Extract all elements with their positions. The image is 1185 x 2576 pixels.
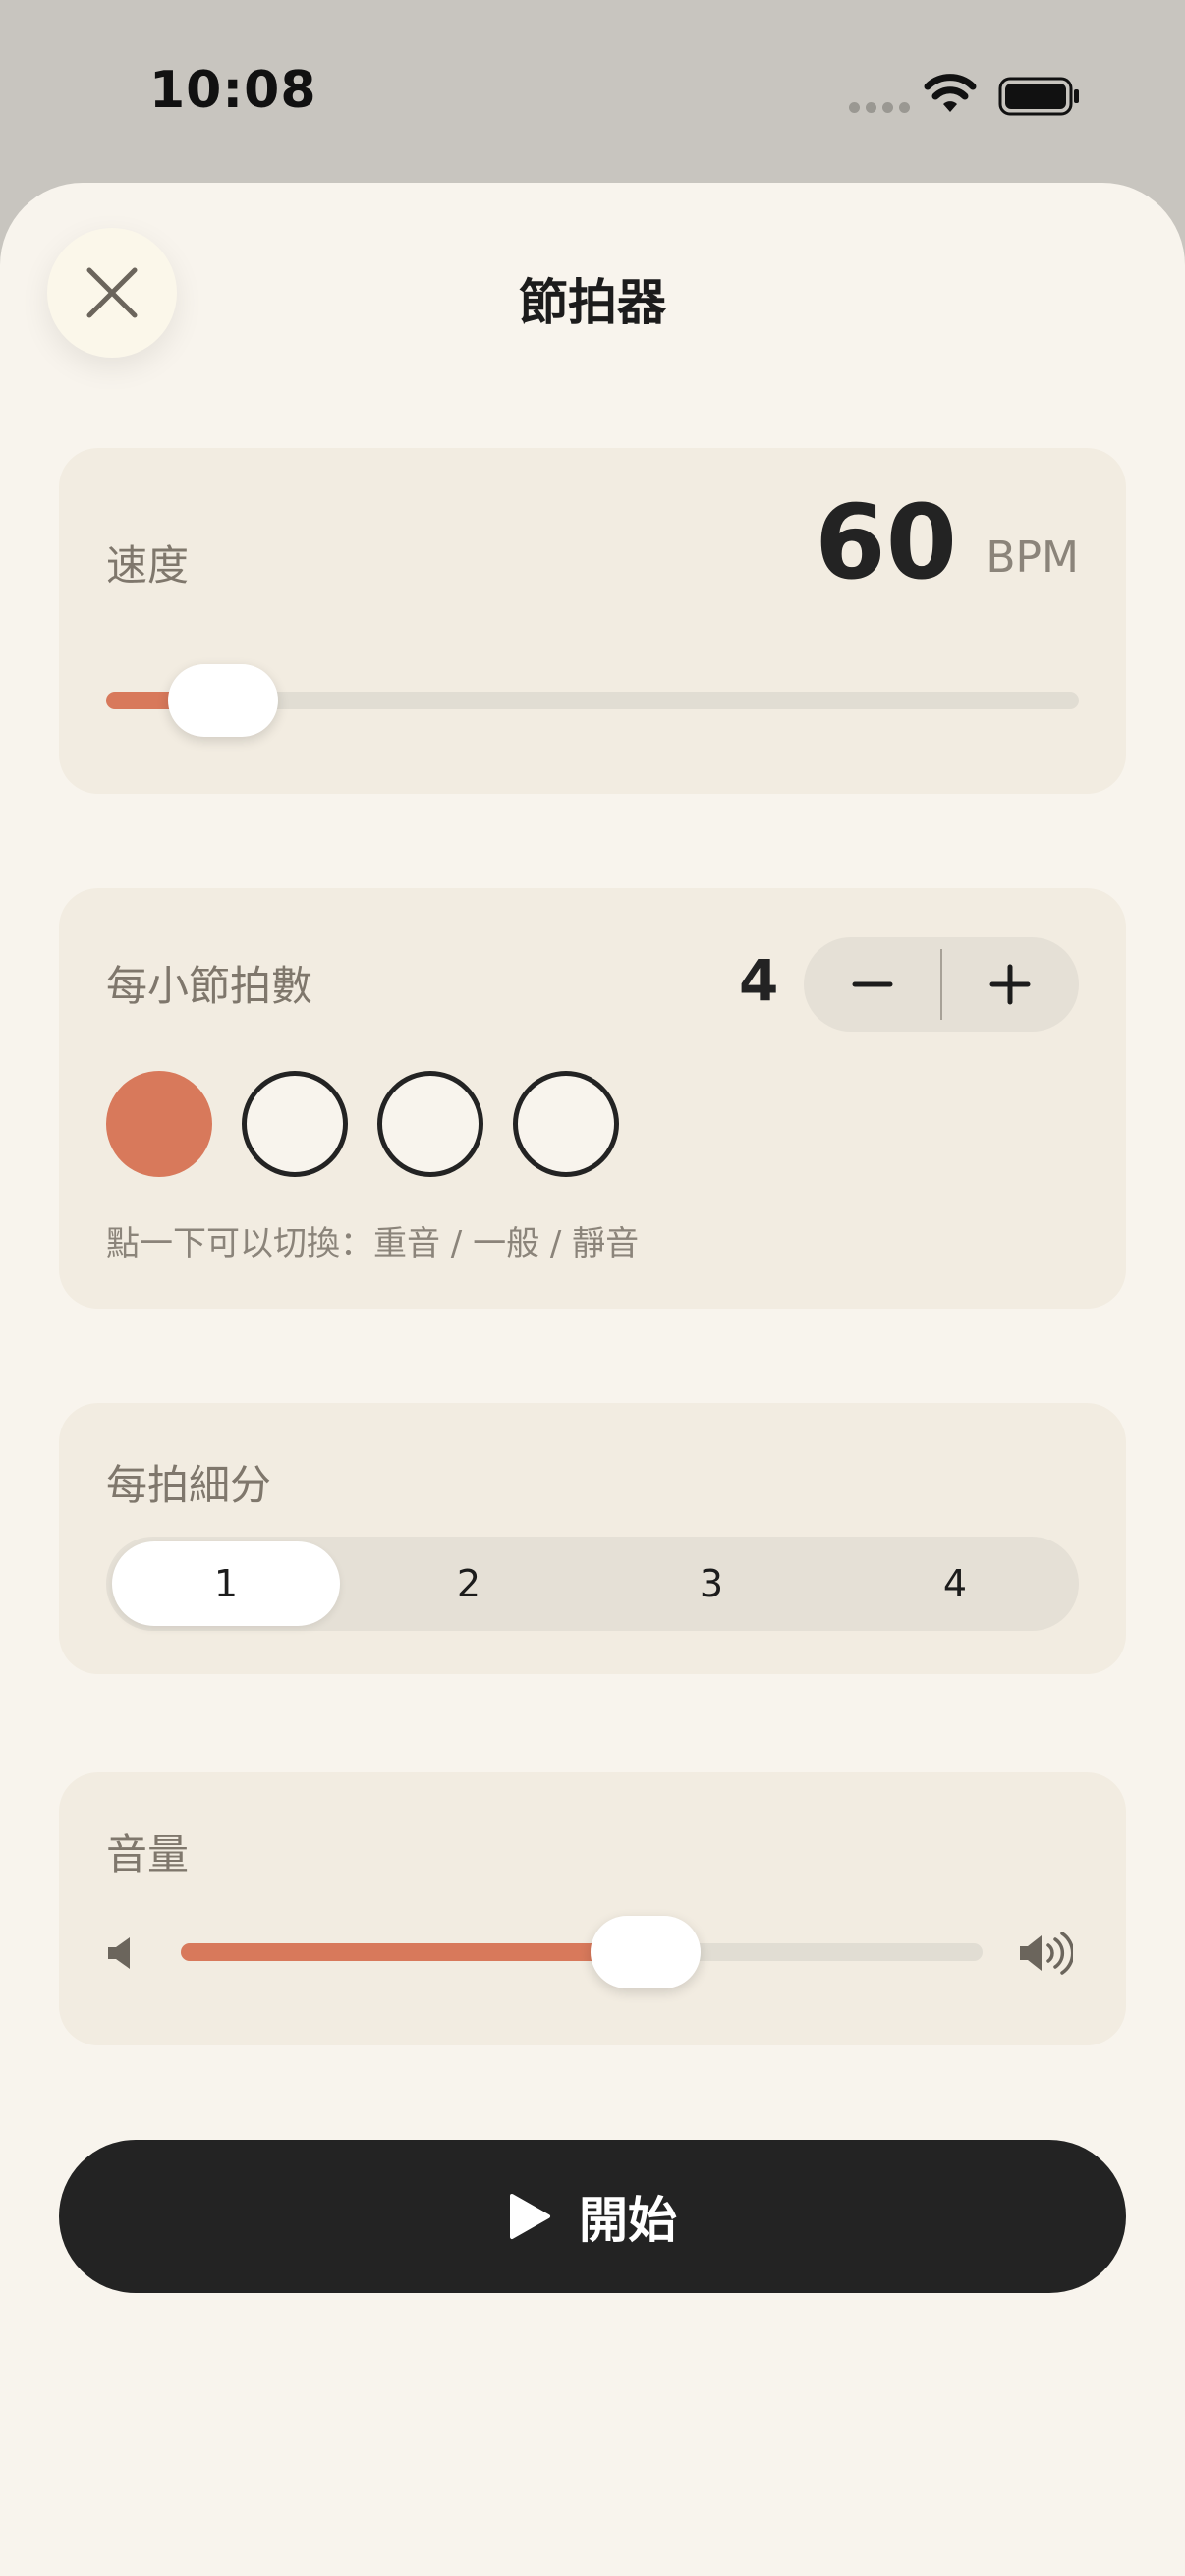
subdivision-label: 每拍細分 bbox=[106, 1461, 272, 1509]
minus-icon bbox=[852, 981, 893, 987]
bpm-value: 60 bbox=[815, 482, 957, 602]
plus-icon bbox=[989, 964, 1031, 1005]
beats-hint: 點一下可以切換：重音 / 一般 / 靜音 bbox=[106, 1224, 640, 1263]
volume-high-icon bbox=[1020, 1932, 1073, 1975]
status-time: 10:08 bbox=[149, 61, 317, 120]
start-button[interactable]: 開始 bbox=[59, 2140, 1126, 2293]
status-bar: 10:08 bbox=[0, 0, 1185, 183]
subdivision-card: 每拍細分 1 2 3 4 bbox=[59, 1403, 1126, 1674]
beats-label: 每小節拍數 bbox=[106, 962, 313, 1010]
tempo-card: 速度 60 BPM bbox=[59, 448, 1126, 794]
volume-slider-thumb[interactable] bbox=[591, 1916, 702, 1988]
beat-accent-1[interactable] bbox=[106, 1071, 212, 1177]
tempo-label: 速度 bbox=[106, 541, 190, 589]
page-title: 節拍器 bbox=[519, 274, 666, 331]
battery-icon bbox=[998, 77, 1079, 116]
volume-low-icon bbox=[108, 1937, 130, 1969]
subdivision-option-4[interactable]: 4 bbox=[841, 1541, 1069, 1626]
beat-normal-4[interactable] bbox=[513, 1071, 619, 1177]
subdivision-option-3[interactable]: 3 bbox=[597, 1541, 825, 1626]
subdivision-option-1[interactable]: 1 bbox=[112, 1541, 340, 1626]
volume-card: 音量 bbox=[59, 1772, 1126, 2045]
wifi-icon bbox=[924, 74, 977, 112]
beat-normal-2[interactable] bbox=[242, 1071, 348, 1177]
tempo-slider-thumb[interactable] bbox=[167, 664, 278, 737]
beat-normal-3[interactable] bbox=[377, 1071, 483, 1177]
increment-button[interactable] bbox=[941, 937, 1079, 1032]
bpm-unit: BPM bbox=[986, 532, 1079, 583]
cellular-signal-icon bbox=[849, 102, 910, 113]
volume-slider[interactable] bbox=[181, 1916, 983, 1988]
beats-stepper bbox=[804, 937, 1079, 1032]
beats-count: 4 bbox=[739, 947, 779, 1014]
start-label: 開始 bbox=[579, 2192, 677, 2249]
decrement-button[interactable] bbox=[804, 937, 941, 1032]
tempo-slider[interactable] bbox=[106, 664, 1079, 737]
beats-card: 每小節拍數 4 點一下可以切換：重音 / 一般 / 靜音 bbox=[59, 888, 1126, 1309]
subdivision-segmented-control: 1 2 3 4 bbox=[106, 1537, 1079, 1631]
subdivision-option-2[interactable]: 2 bbox=[355, 1541, 583, 1626]
volume-label: 音量 bbox=[106, 1830, 190, 1878]
play-icon bbox=[510, 2194, 550, 2239]
volume-slider-fill bbox=[181, 1943, 647, 1961]
